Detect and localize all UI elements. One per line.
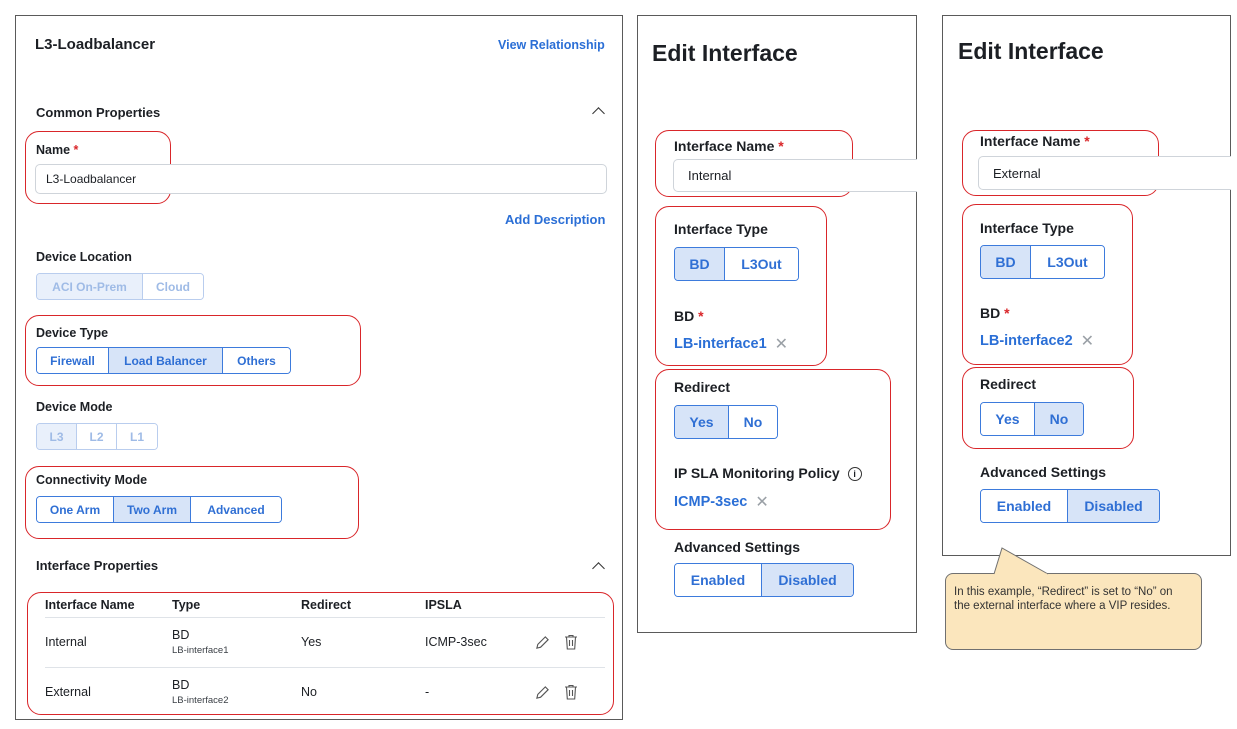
advanced-settings-option[interactable]: Enabled xyxy=(675,564,762,596)
connectivity-mode-label: Connectivity Mode xyxy=(36,473,148,487)
advanced-settings-option[interactable]: Disabled xyxy=(762,564,853,596)
ipsla-value: ICMP-3sec ✕ xyxy=(674,492,769,512)
cell-actions xyxy=(535,666,605,717)
bd-label: BD * xyxy=(674,308,704,324)
name-input-value: L3-Loadbalancer xyxy=(46,172,137,186)
device-location-option: Cloud xyxy=(143,274,203,299)
connectivity-mode-option[interactable]: Two Arm xyxy=(114,497,191,522)
add-description-link[interactable]: Add Description xyxy=(505,212,605,227)
column-header-actions xyxy=(535,593,605,617)
advanced-settings-label: Advanced Settings xyxy=(674,539,801,555)
view-relationship-link[interactable]: View Relationship xyxy=(498,38,605,52)
info-icon[interactable]: i xyxy=(847,467,862,482)
interface-type-label: Interface Type xyxy=(980,220,1074,236)
device-location-selector: ACI On-Prem Cloud xyxy=(36,273,204,300)
pencil-icon[interactable] xyxy=(535,635,550,650)
interface-type-selector[interactable]: BD L3Out xyxy=(980,245,1105,279)
bd-value: LB-interface2 ✕ xyxy=(980,331,1095,351)
table-row[interactable]: External BD LB-interface2 No - xyxy=(45,666,605,717)
advanced-settings-label: Advanced Settings xyxy=(980,464,1107,480)
redirect-selector[interactable]: Yes No xyxy=(980,402,1084,436)
device-mode-option: L2 xyxy=(77,424,117,449)
device-type-option[interactable]: Load Balancer xyxy=(109,348,223,373)
device-mode-label: Device Mode xyxy=(36,400,113,414)
device-mode-selector: L3 L2 L1 xyxy=(36,423,158,450)
table-header-row: Interface Name Type Redirect IPSLA xyxy=(45,593,605,617)
column-header: Interface Name xyxy=(45,597,135,612)
close-icon[interactable]: ✕ xyxy=(1081,331,1094,351)
callout-pointer xyxy=(993,547,1049,576)
interface-name-input[interactable]: External xyxy=(978,156,1231,190)
connectivity-mode-selector[interactable]: One Arm Two Arm Advanced xyxy=(36,496,282,523)
close-icon[interactable]: ✕ xyxy=(755,492,768,512)
device-location-label: Device Location xyxy=(36,250,132,264)
connectivity-mode-option[interactable]: One Arm xyxy=(37,497,114,522)
device-type-option[interactable]: Firewall xyxy=(37,348,109,373)
interface-table: Interface Name Type Redirect IPSLA Inter… xyxy=(45,593,605,717)
cell-redirect: No xyxy=(301,666,425,717)
device-mode-option: L3 xyxy=(37,424,77,449)
callout-text: In this example, “Redirect” is set to “N… xyxy=(954,586,1173,612)
device-location-option: ACI On-Prem xyxy=(37,274,143,299)
redirect-option[interactable]: No xyxy=(729,406,777,438)
redirect-option[interactable]: Yes xyxy=(675,406,729,438)
trash-icon[interactable] xyxy=(564,634,578,650)
cell-interface-name: External xyxy=(45,666,172,717)
connectivity-mode-option[interactable]: Advanced xyxy=(191,497,281,522)
bd-label: BD * xyxy=(980,305,1010,321)
interface-type-option[interactable]: L3Out xyxy=(725,248,798,280)
column-header: Type xyxy=(172,597,201,612)
table-row[interactable]: Internal BD LB-interface1 Yes ICMP-3sec xyxy=(45,616,605,667)
redirect-label: Redirect xyxy=(674,379,731,395)
redirect-label: Redirect xyxy=(980,376,1037,392)
interface-type-option[interactable]: BD xyxy=(675,248,725,280)
advanced-settings-option[interactable]: Disabled xyxy=(1068,490,1159,522)
device-mode-option: L1 xyxy=(117,424,157,449)
name-label: Name * xyxy=(36,143,79,157)
redirect-option[interactable]: No xyxy=(1035,403,1083,435)
cell-redirect: Yes xyxy=(301,616,425,667)
callout-note: In this example, “Redirect” is set to “N… xyxy=(945,573,1202,650)
cell-type: BD LB-interface1 xyxy=(172,616,301,667)
advanced-settings-option[interactable]: Enabled xyxy=(981,490,1068,522)
common-properties-heading: Common Properties xyxy=(36,105,161,120)
interface-name-label: Interface Name * xyxy=(674,138,784,154)
column-header: Redirect xyxy=(301,597,352,612)
interface-name-value: External xyxy=(993,165,1041,181)
page-title: L3-Loadbalancer xyxy=(35,36,156,53)
interface-type-selector[interactable]: BD L3Out xyxy=(674,247,799,281)
redirect-selector[interactable]: Yes No xyxy=(674,405,778,439)
redirect-option[interactable]: Yes xyxy=(981,403,1035,435)
cell-ipsla: ICMP-3sec xyxy=(425,616,535,667)
pencil-icon[interactable] xyxy=(535,685,550,700)
edit-interface-title: Edit Interface xyxy=(652,40,798,66)
cell-ipsla: - xyxy=(425,666,535,717)
interface-type-option[interactable]: L3Out xyxy=(1031,246,1104,278)
cell-actions xyxy=(535,616,605,667)
interface-properties-heading: Interface Properties xyxy=(36,558,159,573)
advanced-settings-selector[interactable]: Enabled Disabled xyxy=(980,489,1160,523)
device-type-option[interactable]: Others xyxy=(223,348,290,373)
bd-value: LB-interface1 ✕ xyxy=(674,334,789,354)
device-type-selector[interactable]: Firewall Load Balancer Others xyxy=(36,347,291,374)
column-header: IPSLA xyxy=(425,597,462,612)
interface-name-input[interactable]: Internal xyxy=(673,159,917,192)
interface-type-label: Interface Type xyxy=(674,221,768,237)
ipsla-label: IP SLA Monitoring Policy i xyxy=(674,465,862,482)
interface-name-label: Interface Name * xyxy=(980,133,1090,149)
cell-type: BD LB-interface2 xyxy=(172,666,301,717)
close-icon[interactable]: ✕ xyxy=(775,334,788,354)
interface-type-option[interactable]: BD xyxy=(981,246,1031,278)
advanced-settings-selector[interactable]: Enabled Disabled xyxy=(674,563,854,597)
device-type-label: Device Type xyxy=(36,326,109,340)
interface-name-value: Internal xyxy=(688,168,732,183)
edit-interface-title: Edit Interface xyxy=(958,38,1104,64)
name-input[interactable]: L3-Loadbalancer xyxy=(35,164,607,194)
trash-icon[interactable] xyxy=(564,684,578,700)
cell-interface-name: Internal xyxy=(45,616,172,667)
